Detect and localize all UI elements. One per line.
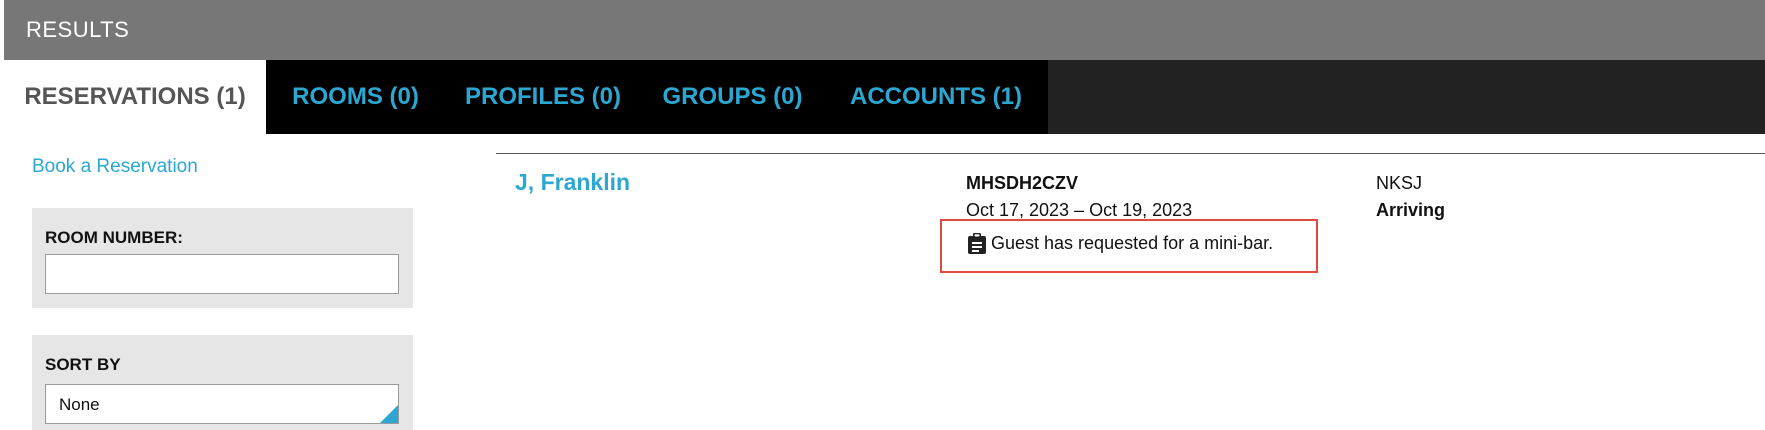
tab-profiles[interactable]: PROFILES (0) bbox=[445, 60, 641, 134]
results-divider bbox=[496, 153, 1765, 154]
book-reservation-link[interactable]: Book a Reservation bbox=[32, 156, 198, 178]
tab-groups[interactable]: GROUPS (0) bbox=[641, 60, 824, 134]
room-number-input[interactable] bbox=[45, 254, 399, 294]
tab-strip: RESERVATIONS (1) ROOMS (0) PROFILES (0) … bbox=[4, 60, 1048, 134]
tab-accounts[interactable]: ACCOUNTS (1) bbox=[824, 60, 1048, 134]
sort-by-label: SORT BY bbox=[45, 355, 121, 374]
tab-reservations[interactable]: RESERVATIONS (1) bbox=[4, 60, 266, 134]
sort-by-select[interactable]: None bbox=[45, 384, 399, 424]
page-title: RESULTS bbox=[26, 17, 130, 42]
confirmation-number: MHSDH2CZV bbox=[966, 173, 1079, 193]
sort-by-filter: SORT BY None bbox=[32, 335, 413, 430]
stay-dates: Oct 17, 2023 – Oct 19, 2023 bbox=[966, 200, 1193, 220]
reservation-note: Guest has requested for a mini-bar. bbox=[968, 233, 1273, 254]
tabs-row: RESERVATIONS (1) ROOMS (0) PROFILES (0) … bbox=[4, 60, 1765, 134]
reservation-code: NKSJ bbox=[1376, 173, 1423, 193]
tab-rooms[interactable]: ROOMS (0) bbox=[266, 60, 445, 134]
room-number-filter: ROOM NUMBER: bbox=[32, 208, 413, 308]
clipboard-icon bbox=[968, 233, 986, 254]
sort-by-value: None bbox=[59, 395, 100, 414]
reservation-status: Arriving bbox=[1376, 200, 1446, 220]
room-number-label: ROOM NUMBER: bbox=[45, 228, 183, 247]
select-corner-icon bbox=[380, 405, 398, 423]
note-text: Guest has requested for a mini-bar. bbox=[991, 233, 1274, 253]
guest-name-link[interactable]: J, Franklin bbox=[515, 169, 630, 196]
results-header: RESULTS bbox=[4, 0, 1765, 60]
results-page: RESULTS RESERVATIONS (1) ROOMS (0) PROFI… bbox=[0, 0, 1765, 430]
